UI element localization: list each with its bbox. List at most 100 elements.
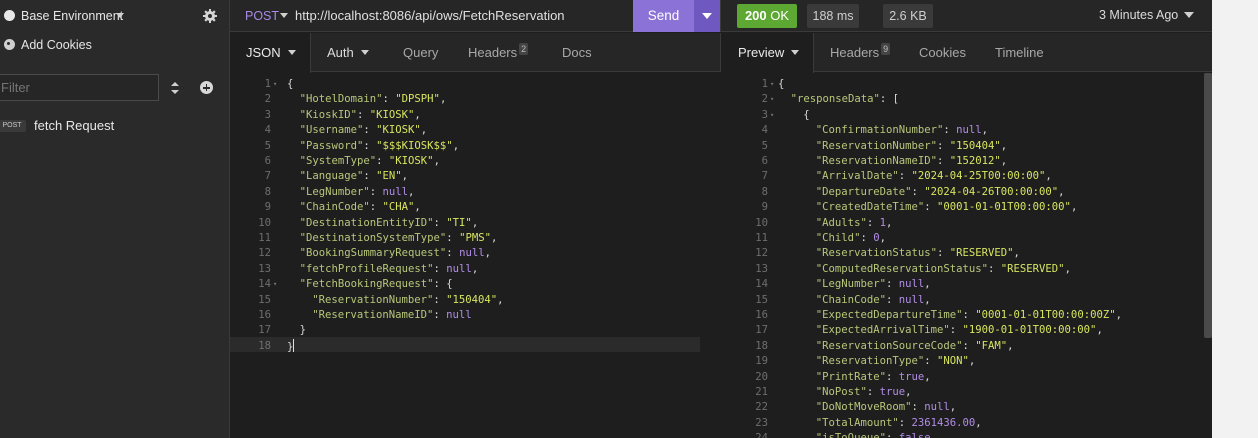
code-token: "KIOSK" xyxy=(376,124,421,137)
line-number: 11 xyxy=(258,232,271,244)
code-line: 23 "TotalAmount": 2361436.00, xyxy=(721,416,1201,431)
code-token: "ReservationSourceCode" xyxy=(815,339,963,352)
response-history-selector[interactable]: 3 Minutes Ago xyxy=(1099,8,1178,22)
tab-response-headers[interactable]: Headers 9 xyxy=(830,33,891,72)
chevron-down-icon xyxy=(287,50,296,55)
code-token: , xyxy=(1064,262,1071,275)
tab-query[interactable]: Query xyxy=(403,33,438,72)
code-token: : xyxy=(898,416,912,429)
sidebar-request-item[interactable]: POST fetch Request xyxy=(0,115,229,137)
code-token: , xyxy=(1070,201,1078,214)
tab-body[interactable]: JSON xyxy=(230,33,311,73)
code-token: "isToQueue" xyxy=(816,432,886,438)
code-token: "DPSPH" xyxy=(395,93,440,106)
sidebar: Base Environment Add Cookies POST fetch … xyxy=(0,0,230,438)
code-line: 10 "Adults": 1, xyxy=(721,216,1201,231)
url-input[interactable]: http://localhost:8086/api/ows/FetchReser… xyxy=(295,8,565,23)
code-token: : xyxy=(936,247,950,260)
code-text: "ExpectedArrivalTime": "1900-01-01T00:00… xyxy=(816,323,1103,338)
tab-cookies[interactable]: Cookies xyxy=(919,33,966,72)
code-text: "SystemType": "KIOSK", xyxy=(300,154,440,169)
code-token: : xyxy=(363,139,377,152)
code-token: "1900-01-01T00:00:00" xyxy=(962,324,1097,337)
code-token: , xyxy=(414,201,421,214)
code-token: "SystemType" xyxy=(299,155,377,167)
line-number: 16 xyxy=(258,309,271,321)
code-token: , xyxy=(433,155,440,167)
code-token: , xyxy=(471,262,479,275)
code-token: null xyxy=(459,247,485,260)
tab-docs[interactable]: Docs xyxy=(562,33,592,72)
code-token: : xyxy=(898,170,912,183)
code-token: "150404" xyxy=(446,293,498,306)
send-button[interactable]: Send xyxy=(633,0,694,32)
fold-arrow-icon[interactable]: ▾ xyxy=(770,92,774,107)
code-line: 7 "Language": "EN", xyxy=(230,169,700,184)
code-line: 13 "ComputedReservationStatus": "RESERVED… xyxy=(721,262,1201,277)
code-token: : xyxy=(962,309,976,321)
code-line: 4 "ConfirmationNumber": null, xyxy=(721,123,1201,138)
chevron-down-icon xyxy=(280,13,288,18)
line-number: 19 xyxy=(755,355,768,368)
send-options-button[interactable] xyxy=(694,0,720,32)
response-size: 2.6 KB xyxy=(883,4,933,28)
code-token: , xyxy=(1115,309,1122,321)
code-token: true xyxy=(879,386,906,398)
fold-arrow-icon[interactable]: ▾ xyxy=(273,77,277,92)
code-token: 2361436.00 xyxy=(911,416,976,429)
tab-headers[interactable]: Headers 2 xyxy=(468,33,529,72)
code-token: "ReservationNumber" xyxy=(312,293,434,306)
line-number: 2 xyxy=(761,93,768,106)
code-token: : xyxy=(369,201,383,214)
line-number: 9 xyxy=(264,201,271,214)
code-text: { xyxy=(778,77,784,92)
line-number: 15 xyxy=(755,293,768,306)
add-request-icon[interactable] xyxy=(200,81,213,94)
code-text: "fetchProfileRequest": null, xyxy=(300,262,479,277)
request-body-editor[interactable]: 1 ▾{2 "HotelDomain": "DPSPH", 3 "KioskID": "… xyxy=(230,73,720,438)
line-number: 3 xyxy=(761,108,768,121)
code-line: 16 "ExpectedDepartureTime": "0001-01-01T0… xyxy=(721,308,1201,323)
sort-icon[interactable] xyxy=(170,81,180,95)
code-token: "NoPost" xyxy=(815,386,867,398)
fold-arrow-icon[interactable]: ▾ xyxy=(273,277,277,292)
code-text: "BookingSummaryRequest": null, xyxy=(300,246,491,261)
tab-preview[interactable]: Preview xyxy=(721,33,814,73)
code-token: : xyxy=(962,339,976,352)
environment-selector[interactable]: Base Environment xyxy=(0,0,229,32)
code-token: : { xyxy=(433,278,453,291)
code-token: "HotelDomain" xyxy=(299,93,383,106)
code-token: "150404" xyxy=(949,139,1001,152)
code-token: , xyxy=(924,278,931,291)
fold-arrow-icon[interactable]: ▾ xyxy=(770,77,774,92)
code-text: "Adults": 1, xyxy=(816,216,893,231)
add-cookies-button[interactable]: Add Cookies xyxy=(0,34,229,56)
tab-timeline[interactable]: Timeline xyxy=(995,33,1044,72)
line-number: 17 xyxy=(258,324,271,337)
tab-auth[interactable]: Auth xyxy=(327,33,369,72)
code-token: : xyxy=(433,216,447,229)
code-token: "Language" xyxy=(299,170,364,183)
code-token: , xyxy=(414,108,421,121)
code-line: 18} xyxy=(230,338,700,354)
code-token: : xyxy=(924,201,937,214)
code-token: : xyxy=(369,185,383,198)
response-preview-editor[interactable]: 1 ▾{2 ▾ "responseData": [3 ▾{4 "ConfirmationN… xyxy=(721,73,1208,438)
code-token: , xyxy=(497,293,504,306)
code-text: "ReservationSourceCode": "FAM", xyxy=(816,339,1014,354)
code-token: , xyxy=(879,232,886,244)
code-line: 12 "BookingSummaryRequest": null, xyxy=(230,246,700,261)
headers-count-badge: 2 xyxy=(519,43,529,55)
code-token: , xyxy=(924,293,931,306)
code-line: 15 "ReservationNumber": "150404", xyxy=(230,293,700,308)
code-text: "HotelDomain": "DPSPH", xyxy=(300,92,447,107)
cookie-icon xyxy=(4,39,15,50)
fold-arrow-icon[interactable]: ▾ xyxy=(770,108,774,123)
code-token: : xyxy=(886,432,899,438)
code-token: : xyxy=(885,370,899,383)
method-selector[interactable]: POST xyxy=(245,9,279,23)
gear-icon[interactable] xyxy=(202,8,218,24)
response-scrollbar[interactable] xyxy=(1204,73,1212,338)
code-token: "ReservationNameID" xyxy=(815,155,937,167)
filter-input[interactable] xyxy=(0,74,159,101)
